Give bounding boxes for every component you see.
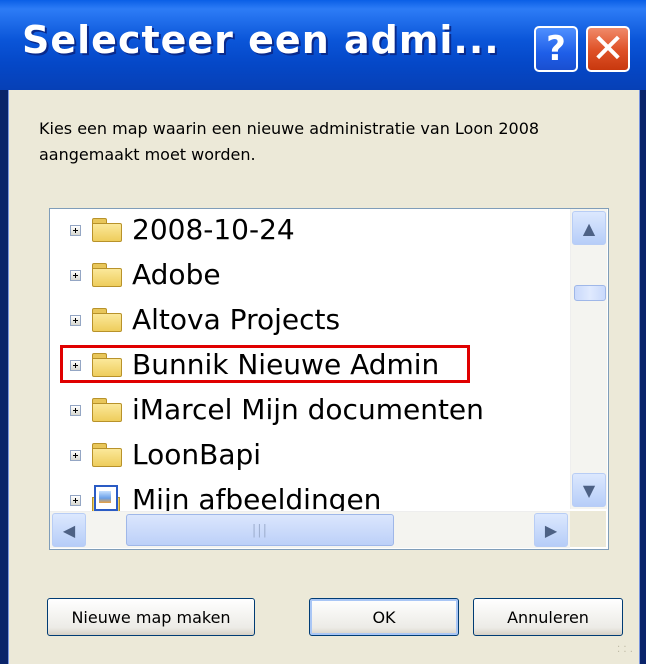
title-bar[interactable]: Selecteer een admi... ? ✕ — [0, 0, 646, 90]
scrollbar-corner — [570, 511, 606, 547]
expand-plus-icon[interactable] — [70, 450, 81, 461]
folder-list: 2008-10-24 Adobe Altova Projects Bunnik … — [50, 209, 570, 516]
tree-item-adobe[interactable]: Adobe — [50, 254, 570, 298]
close-button[interactable]: ✕ — [586, 26, 630, 72]
tree-item-label: LoonBapi — [132, 438, 262, 471]
tree-item-label: iMarcel Mijn documenten — [132, 393, 484, 426]
chevron-up-icon: ▲ — [582, 218, 596, 238]
folder-icon — [92, 308, 122, 332]
scroll-up-button[interactable]: ▲ — [572, 211, 606, 245]
ok-button[interactable]: OK — [309, 598, 459, 636]
ok-label: OK — [372, 607, 396, 627]
help-button[interactable]: ? — [534, 26, 578, 72]
tree-item-imarcel-mijn-documenten[interactable]: iMarcel Mijn documenten — [50, 389, 570, 433]
vertical-scrollbar[interactable]: ▲ ▼ — [570, 209, 607, 509]
horizontal-scroll-thumb[interactable]: ||| — [126, 514, 394, 546]
dialog-body: Kies een map waarin een nieuwe administr… — [8, 90, 640, 664]
pictures-folder-icon — [92, 485, 122, 513]
expand-plus-icon[interactable] — [70, 315, 81, 326]
folder-icon — [92, 443, 122, 467]
expand-plus-icon[interactable] — [70, 225, 81, 236]
tree-item-label: 2008-10-24 — [132, 213, 295, 246]
expand-plus-icon[interactable] — [70, 405, 81, 416]
chevron-left-icon: ◀ — [62, 520, 76, 540]
chevron-down-icon: ▼ — [582, 480, 596, 500]
help-icon: ? — [546, 29, 566, 69]
folder-browser-dialog: Selecteer een admi... ? ✕ Kies een map w… — [0, 0, 646, 664]
folder-icon — [92, 263, 122, 287]
vertical-scroll-thumb[interactable] — [574, 285, 606, 301]
tree-item-altova-projects[interactable]: Altova Projects — [50, 299, 570, 343]
new-folder-button[interactable]: Nieuwe map maken — [47, 598, 255, 636]
scroll-right-button[interactable]: ▶ — [534, 513, 568, 547]
tree-item-2008-10-24[interactable]: 2008-10-24 — [50, 209, 570, 253]
tree-item-label: Adobe — [132, 258, 221, 291]
tree-item-label: Altova Projects — [132, 303, 341, 336]
cancel-button[interactable]: Annuleren — [473, 598, 623, 636]
chevron-right-icon: ▶ — [544, 520, 558, 540]
description-text: Kies een map waarin een nieuwe administr… — [39, 119, 540, 164]
expand-plus-icon[interactable] — [70, 495, 81, 506]
folder-tree[interactable]: 2008-10-24 Adobe Altova Projects Bunnik … — [49, 208, 609, 550]
window-title: Selecteer een admi... — [22, 18, 500, 62]
scroll-left-button[interactable]: ◀ — [52, 513, 86, 547]
scroll-down-button[interactable]: ▼ — [572, 473, 606, 507]
tree-item-loonbapi[interactable]: LoonBapi — [50, 434, 570, 478]
folder-icon — [92, 398, 122, 422]
resize-grip-icon[interactable]: . .. . . — [617, 640, 633, 658]
expand-plus-icon[interactable] — [70, 270, 81, 281]
cancel-label: Annuleren — [507, 607, 589, 627]
selection-highlight — [60, 345, 470, 383]
new-folder-label: Nieuwe map maken — [71, 607, 231, 627]
grip-icon: ||| — [251, 522, 269, 538]
folder-icon — [92, 218, 122, 242]
close-icon: ✕ — [591, 26, 625, 72]
horizontal-scrollbar[interactable]: ◀ ||| ▶ — [50, 511, 570, 548]
